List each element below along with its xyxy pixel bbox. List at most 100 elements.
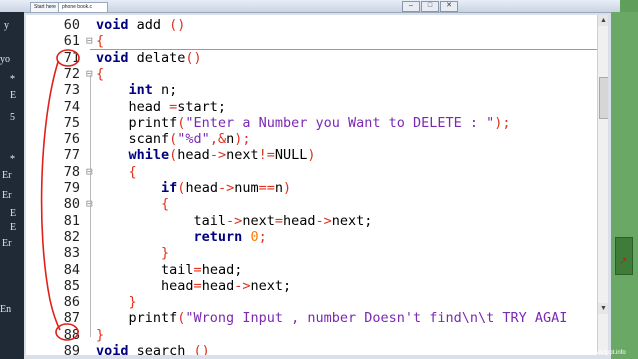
fold-toggle-icon[interactable]: ⊟ <box>86 33 96 49</box>
code-text: head=head->next; <box>96 278 291 294</box>
code-token: "Enter a Number you Want to DELETE : " <box>185 114 495 131</box>
code-token: scanf <box>96 131 170 148</box>
code-token: "%d" <box>177 131 210 148</box>
line-number: 86 <box>63 294 80 311</box>
code-token: add <box>128 17 170 33</box>
code-token: head; <box>201 261 243 278</box>
line-number: 81 <box>63 212 80 229</box>
scrollbar-thumb[interactable] <box>599 77 608 119</box>
code-token: next <box>226 147 259 164</box>
line-number: 87 <box>63 310 80 327</box>
code-line[interactable]: 87 printf("Wrong Input , number Doesn't … <box>26 310 596 326</box>
code-line[interactable]: 79 if(head->num==n) <box>26 180 596 196</box>
line-number: 82 <box>63 228 80 245</box>
code-token: () <box>185 49 202 66</box>
code-line[interactable]: 75 printf("Enter a Number you Want to DE… <box>26 115 596 131</box>
code-editor[interactable]: 60 void add () 61 ⊟{71 void delate() 72 ⊟{73 i… <box>26 15 608 355</box>
left-panel-text: E <box>10 90 17 101</box>
code-line[interactable]: 81 tail->next=head->next; <box>26 213 596 229</box>
code-line[interactable]: 73 int n; <box>26 82 596 98</box>
scroll-up-icon[interactable]: ▲ <box>598 15 608 26</box>
code-token: head <box>177 147 210 164</box>
line-number: 79 <box>63 180 80 196</box>
left-panel-text: * <box>10 74 15 85</box>
line-number: 85 <box>63 277 80 294</box>
line-number: 73 <box>63 82 80 99</box>
code-token: head <box>282 212 316 229</box>
code-line[interactable]: 82 return 0; <box>26 229 596 245</box>
line-number: 75 <box>63 114 80 131</box>
code-token: return <box>193 228 243 245</box>
code-token: -> <box>234 277 251 294</box>
maximize-button[interactable]: □ <box>421 1 439 12</box>
code-line[interactable]: 85 head=head->next; <box>26 278 596 294</box>
left-panel-text: 5 <box>10 112 15 123</box>
code-token: next <box>242 212 275 229</box>
code-text: { <box>96 196 169 212</box>
code-token: head <box>96 277 194 294</box>
code-text: void delate() <box>96 50 202 66</box>
code-text: scanf("%d",&n); <box>96 131 251 148</box>
code-line[interactable]: 88} <box>26 327 596 343</box>
line-number: 78 <box>63 163 80 180</box>
code-token: } <box>161 245 170 262</box>
code-line[interactable]: 72 ⊟{ <box>26 66 596 82</box>
left-panel-text: Er <box>2 238 12 249</box>
code-text: tail=head; <box>96 262 242 278</box>
code-token: delate <box>128 49 186 66</box>
code-line[interactable]: 83 } <box>26 245 596 261</box>
code-text: void add () <box>96 17 185 33</box>
code-line[interactable]: 61 ⊟{ <box>26 33 596 49</box>
tab-phone-book[interactable]: phone book.c <box>58 2 108 12</box>
code-line[interactable]: 60 void add () <box>26 17 596 33</box>
code-token: "Wrong Input , number Doesn't find\n\t T… <box>185 310 568 327</box>
tab-start-here[interactable]: Start here <box>30 2 60 12</box>
side-button[interactable]: ↗ <box>615 237 633 275</box>
close-button[interactable]: ✕ <box>440 1 458 12</box>
code-line[interactable]: 86 } <box>26 294 596 310</box>
code-text: } <box>96 327 104 343</box>
code-token: ); <box>234 131 251 148</box>
code-token: n; <box>152 82 178 99</box>
left-panel-text: y <box>4 20 9 31</box>
code-token: start; <box>177 98 227 115</box>
code-token: () <box>193 343 210 355</box>
code-token: if <box>161 180 178 196</box>
code-token: int <box>128 82 153 99</box>
code-line[interactable]: 78 ⊟ { <box>26 164 596 180</box>
line-number: 71 <box>63 49 80 66</box>
code-line[interactable]: 74 head =start; <box>26 99 596 115</box>
code-text: { <box>96 33 104 49</box>
fold-toggle-icon[interactable]: ⊟ <box>86 164 96 180</box>
collapsed-block-separator <box>90 49 600 50</box>
fold-toggle-icon[interactable]: ⊟ <box>86 196 96 212</box>
code-text: while(head->next!=NULL) <box>96 147 316 163</box>
code-token: = <box>193 277 202 294</box>
left-panel-text: yo <box>0 54 10 65</box>
code-token: void <box>96 49 129 66</box>
code-token: = <box>193 261 202 278</box>
line-number: 60 <box>63 17 80 33</box>
code-text: return 0; <box>96 229 267 245</box>
code-line[interactable]: 84 tail=head; <box>26 262 596 278</box>
vertical-scrollbar[interactable]: ▲ ▼ <box>597 15 608 355</box>
code-line[interactable]: 71 void delate() <box>26 50 596 66</box>
code-line[interactable]: 77 while(head->next!=NULL) <box>26 147 596 163</box>
fold-toggle-icon[interactable]: ⊟ <box>86 66 96 82</box>
line-number: 84 <box>63 261 80 278</box>
code-line[interactable]: 80 ⊟ { <box>26 196 596 212</box>
watermark: www.fppt.info <box>590 350 626 356</box>
minimize-button[interactable]: – <box>402 1 420 12</box>
scroll-down-icon[interactable]: ▼ <box>598 303 608 314</box>
code-line[interactable]: 76 scanf("%d",&n); <box>26 131 596 147</box>
line-number: 72 <box>63 65 80 82</box>
code-text: if(head->num==n) <box>96 180 291 196</box>
left-panel-text: En <box>0 304 12 315</box>
left-panel-text: E <box>10 208 17 219</box>
line-number: 76 <box>63 131 80 148</box>
code-line[interactable]: 89 void search () <box>26 343 596 355</box>
